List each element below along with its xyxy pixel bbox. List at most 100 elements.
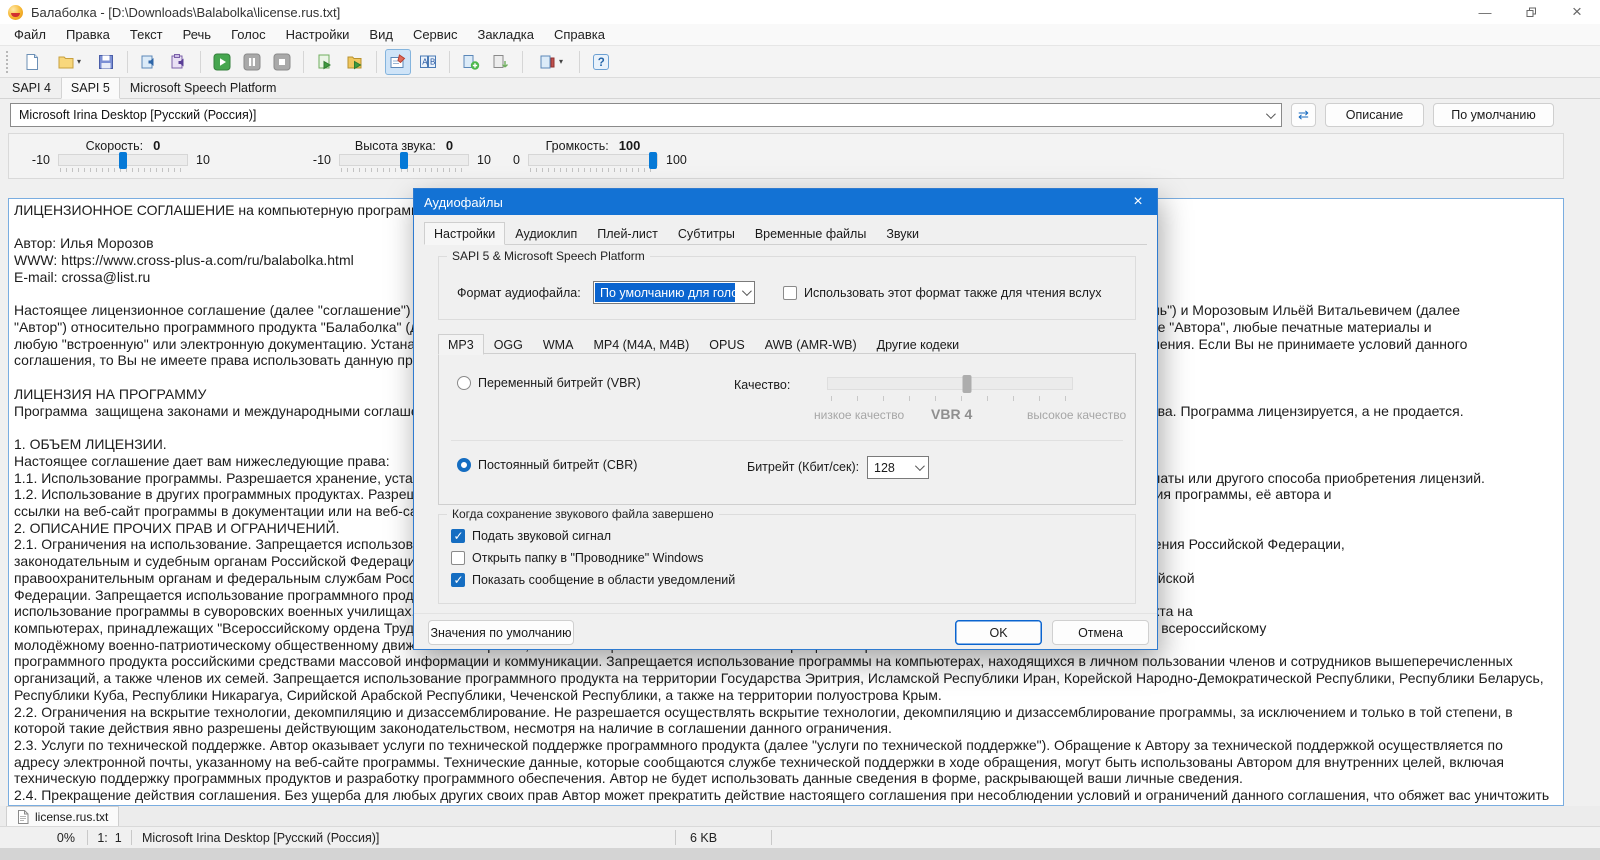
dialog-tab-5[interactable]: Звуки [876, 223, 929, 244]
checkbox-label: Подать звуковой сигнал [472, 529, 611, 543]
speed-slider-thumb[interactable] [119, 152, 127, 169]
status-progress: 0% [0, 830, 88, 845]
codec-tab-6[interactable]: Другие кодеки [867, 335, 969, 354]
voice-selector-button[interactable]: ▾ [531, 49, 571, 75]
codec-tab-5[interactable]: AWB (AMR-WB) [755, 335, 867, 354]
pitch-slider[interactable] [339, 154, 469, 166]
voice-combobox[interactable]: Microsoft Irina Desktop [Русский (Россия… [10, 103, 1282, 127]
read-clipboard-button[interactable] [312, 49, 338, 75]
pause-button[interactable] [239, 49, 265, 75]
pitch-slider-thumb[interactable] [400, 152, 408, 169]
convert-files-button[interactable] [342, 49, 368, 75]
volume-slider[interactable] [528, 154, 658, 166]
cancel-button[interactable]: Отмена [1052, 620, 1149, 645]
quality-label: Качество: [734, 378, 790, 392]
toolbar: ▾ AB ▾ ? [0, 45, 1600, 78]
use-format-checkbox-row[interactable]: Использовать этот формат также для чтени… [783, 286, 1101, 300]
checkbox[interactable] [451, 551, 465, 565]
codec-tab-2[interactable]: WMA [533, 335, 584, 354]
add-to-dictionary-button[interactable] [458, 49, 484, 75]
on-complete-checkbox-row-1[interactable]: Открыть папку в "Проводнике" Windows [451, 551, 735, 565]
save-file-button[interactable] [93, 49, 119, 75]
dialog-title-bar[interactable]: Аудиофайлы × [414, 189, 1157, 215]
codec-tab-3[interactable]: MP4 (M4A, M4B) [583, 335, 699, 354]
save-audio-file-button[interactable] [136, 49, 162, 75]
speed-slider[interactable] [58, 154, 188, 166]
defaults-button[interactable]: Значения по умолчанию [428, 620, 574, 645]
convert-files-icon [346, 53, 364, 71]
new-file-button[interactable] [19, 49, 45, 75]
quality-slider[interactable] [827, 377, 1073, 390]
codec-tab-1[interactable]: OGG [484, 335, 533, 354]
ok-button[interactable]: OK [955, 620, 1042, 645]
bitrate-combobox[interactable]: 128 [867, 456, 929, 479]
menu-item-5[interactable]: Настройки [276, 27, 360, 42]
on-complete-group: Когда сохранение звукового файла заверше… [438, 514, 1136, 604]
quality-slider-thumb[interactable] [963, 375, 972, 393]
menu-item-7[interactable]: Сервис [403, 27, 468, 42]
toolbar-grip[interactable] [6, 51, 11, 73]
sliders-panel: Скорость:0 -10 10 Высота звука:0 -10 10 … [8, 133, 1564, 179]
help-button[interactable]: ? [588, 49, 614, 75]
checkbox[interactable] [451, 529, 465, 543]
app-icon [8, 5, 23, 20]
vbr-radio-row[interactable]: Переменный битрейт (VBR) [457, 376, 641, 390]
vbr-radio[interactable] [457, 376, 471, 390]
menu-item-3[interactable]: Речь [173, 27, 221, 42]
engine-tab-2[interactable]: Microsoft Speech Platform [120, 78, 287, 98]
play-icon [213, 53, 231, 71]
engine-tab-1[interactable]: SAPI 5 [61, 77, 120, 99]
menu-item-1[interactable]: Правка [56, 27, 120, 42]
toolbar-separator [127, 51, 128, 73]
dialog-tab-4[interactable]: Временные файлы [745, 223, 877, 244]
volume-slider-thumb[interactable] [649, 152, 657, 169]
on-complete-checkbox-row-0[interactable]: Подать звуковой сигнал [451, 529, 735, 543]
open-file-button[interactable]: ▾ [49, 49, 89, 75]
on-complete-checkbox-row-2[interactable]: Показать сообщение в области уведомлений [451, 573, 735, 587]
menu-item-8[interactable]: Закладка [467, 27, 544, 42]
engine-tab-0[interactable]: SAPI 4 [2, 78, 61, 98]
codec-tab-4[interactable]: OPUS [699, 335, 754, 354]
refresh-voices-button[interactable]: ⇄ [1291, 103, 1316, 127]
play-button[interactable] [209, 49, 235, 75]
license-line-30: 2.2. Ограничения на вскрытие технологии,… [14, 704, 1558, 721]
chevron-down-icon [1266, 109, 1276, 119]
export-dictionary-button[interactable] [488, 49, 514, 75]
close-button[interactable]: × [1554, 0, 1600, 24]
cbr-radio-row[interactable]: Постоянный битрейт (CBR) [457, 458, 637, 472]
menu-item-4[interactable]: Голос [221, 27, 276, 42]
menu-item-6[interactable]: Вид [359, 27, 403, 42]
dialog-close-button[interactable]: × [1119, 189, 1157, 215]
document-tab[interactable]: license.rus.txt [6, 806, 119, 826]
minimize-button[interactable]: — [1462, 0, 1508, 24]
dialog-tab-2[interactable]: Плей-лист [587, 223, 668, 244]
sapi-format-group-title: SAPI 5 & Microsoft Speech Platform [447, 249, 650, 263]
menu-item-9[interactable]: Справка [544, 27, 615, 42]
dialog-tab-3[interactable]: Субтитры [668, 223, 745, 244]
license-line-34: техническую поддержку программных продук… [14, 770, 1558, 787]
codec-tabs: MP3OGGWMAMP4 (M4A, M4B)OPUSAWB (AMR-WB)Д… [438, 333, 969, 354]
audio-format-combobox[interactable]: По умолчанию для голоса [593, 281, 755, 304]
read-clipboard-icon [316, 53, 334, 71]
use-format-checkbox[interactable] [783, 286, 797, 300]
codec-tab-0[interactable]: MP3 [438, 334, 484, 355]
dictionary-button[interactable]: AB [415, 49, 441, 75]
dialog-tab-0[interactable]: Настройки [424, 222, 505, 245]
restore-button[interactable] [1508, 0, 1554, 24]
checkbox[interactable] [451, 573, 465, 587]
menu-item-0[interactable]: Файл [4, 27, 56, 42]
svg-text:A: A [422, 57, 428, 66]
volume-label: Громкость: [546, 139, 609, 153]
menu-item-2[interactable]: Текст [120, 27, 173, 42]
help-icon: ? [592, 53, 610, 71]
volume-slider-ticks [530, 168, 656, 172]
cbr-radio[interactable] [457, 458, 471, 472]
audio-files-settings-button[interactable] [385, 49, 411, 75]
restore-icon [1526, 7, 1537, 18]
open-file-icon [57, 53, 75, 71]
dialog-tab-1[interactable]: Аудиоклип [505, 223, 587, 244]
stop-button[interactable] [269, 49, 295, 75]
voice-default-button[interactable]: По умолчанию [1433, 103, 1554, 127]
voice-description-button[interactable]: Описание [1325, 103, 1424, 127]
split-and-convert-button[interactable] [166, 49, 192, 75]
